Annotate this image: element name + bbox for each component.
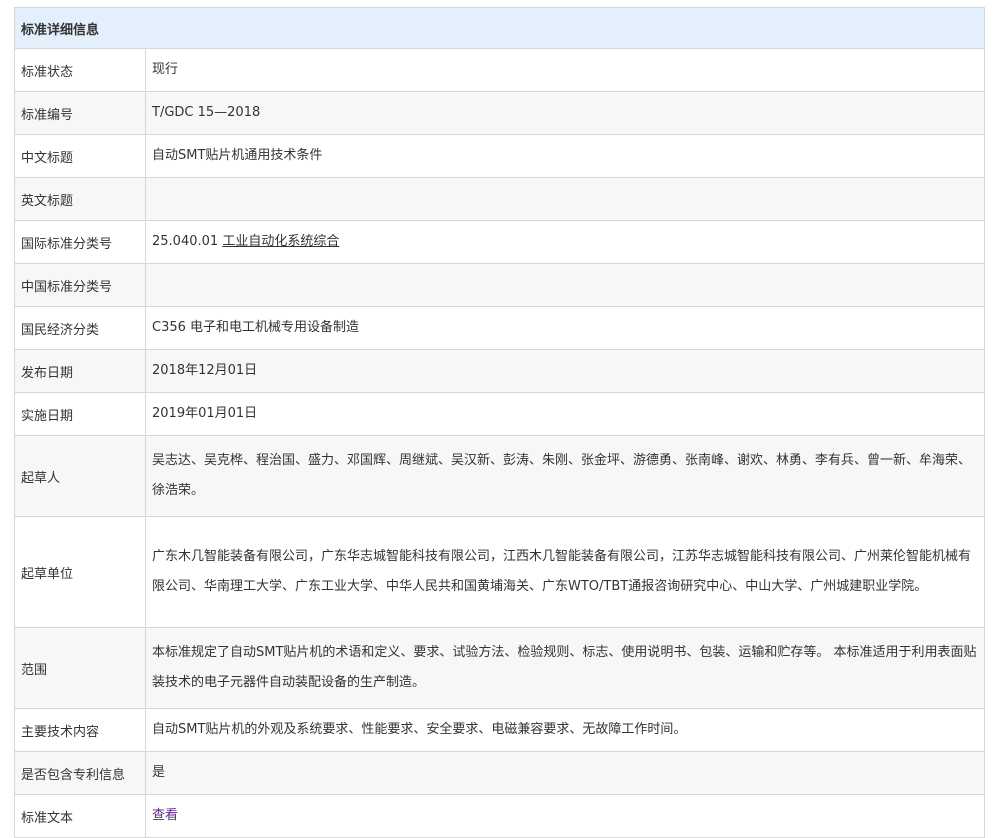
row-value: 2018年12月01日 [144, 349, 986, 393]
table-row-standard-text: 标准文本 查看 [14, 794, 986, 838]
row-value: 自动SMT贴片机的外观及系统要求、性能要求、安全要求、电磁兼容要求、无故障工作时… [144, 708, 986, 752]
table-row-drafting-units: 起草单位 广东木几智能装备有限公司，广东华志城智能科技有限公司，江西木几智能装备… [14, 516, 986, 628]
row-label: 国际标准分类号 [14, 220, 146, 264]
table-row-number: 标准编号 T/GDC 15—2018 [14, 91, 986, 135]
row-label: 主要技术内容 [14, 708, 146, 752]
table-row-patent: 是否包含专利信息 是 [14, 751, 986, 795]
row-value: 广东木几智能装备有限公司，广东华志城智能科技有限公司，江西木几智能装备有限公司，… [144, 516, 986, 628]
table-row-ics: 国际标准分类号 25.040.01 工业自动化系统综合 [14, 220, 986, 264]
row-label: 发布日期 [14, 349, 146, 393]
table-row-english-title: 英文标题 [14, 177, 986, 221]
row-value: 自动SMT贴片机通用技术条件 [144, 134, 986, 178]
table-row-publish-date: 发布日期 2018年12月01日 [14, 349, 986, 393]
table-row-ccs: 中国标准分类号 [14, 263, 986, 307]
row-value [144, 263, 986, 307]
row-label: 是否包含专利信息 [14, 751, 146, 795]
ics-category-link[interactable]: 工业自动化系统综合 [222, 234, 339, 249]
row-label: 中国标准分类号 [14, 263, 146, 307]
table-row-economic-class: 国民经济分类 C356 电子和电工机械专用设备制造 [14, 306, 986, 350]
table-row-main-content: 主要技术内容 自动SMT贴片机的外观及系统要求、性能要求、安全要求、电磁兼容要求… [14, 708, 986, 752]
view-text-link[interactable]: 查看 [152, 808, 178, 823]
row-value: 查看 [144, 794, 986, 838]
row-value: T/GDC 15—2018 [144, 91, 986, 135]
row-value [144, 177, 986, 221]
row-value: 25.040.01 工业自动化系统综合 [144, 220, 986, 264]
row-value: 2019年01月01日 [144, 392, 986, 436]
table-row-chinese-title: 中文标题 自动SMT贴片机通用技术条件 [14, 134, 986, 178]
row-label: 标准编号 [14, 91, 146, 135]
row-label: 中文标题 [14, 134, 146, 178]
row-value: 吴志达、吴克桦、程治国、盛力、邓国辉、周继斌、吴汉新、彭涛、朱刚、张金坪、游德勇… [144, 435, 986, 517]
row-value: 是 [144, 751, 986, 795]
row-value: 本标准规定了自动SMT贴片机的术语和定义、要求、试验方法、检验规则、标志、使用说… [144, 627, 986, 709]
row-label: 国民经济分类 [14, 306, 146, 350]
table-row-drafters: 起草人 吴志达、吴克桦、程治国、盛力、邓国辉、周继斌、吴汉新、彭涛、朱刚、张金坪… [14, 435, 986, 517]
table-row-effective-date: 实施日期 2019年01月01日 [14, 392, 986, 436]
row-label: 英文标题 [14, 177, 146, 221]
row-label: 范围 [14, 627, 146, 709]
row-label: 标准状态 [14, 48, 146, 92]
row-value: C356 电子和电工机械专用设备制造 [144, 306, 986, 350]
table-header: 标准详细信息 [13, 7, 986, 49]
ics-code: 25.040.01 [152, 234, 219, 249]
standard-detail-table: 标准详细信息 标准状态 现行 标准编号 T/GDC 15—2018 中文标题 自… [13, 7, 986, 838]
row-value: 现行 [144, 48, 986, 92]
row-label: 起草人 [14, 435, 146, 517]
table-row-status: 标准状态 现行 [14, 48, 986, 92]
row-label: 实施日期 [14, 392, 146, 436]
table-row-scope: 范围 本标准规定了自动SMT贴片机的术语和定义、要求、试验方法、检验规则、标志、… [14, 627, 986, 709]
row-label: 标准文本 [14, 794, 146, 838]
row-label: 起草单位 [14, 516, 146, 628]
